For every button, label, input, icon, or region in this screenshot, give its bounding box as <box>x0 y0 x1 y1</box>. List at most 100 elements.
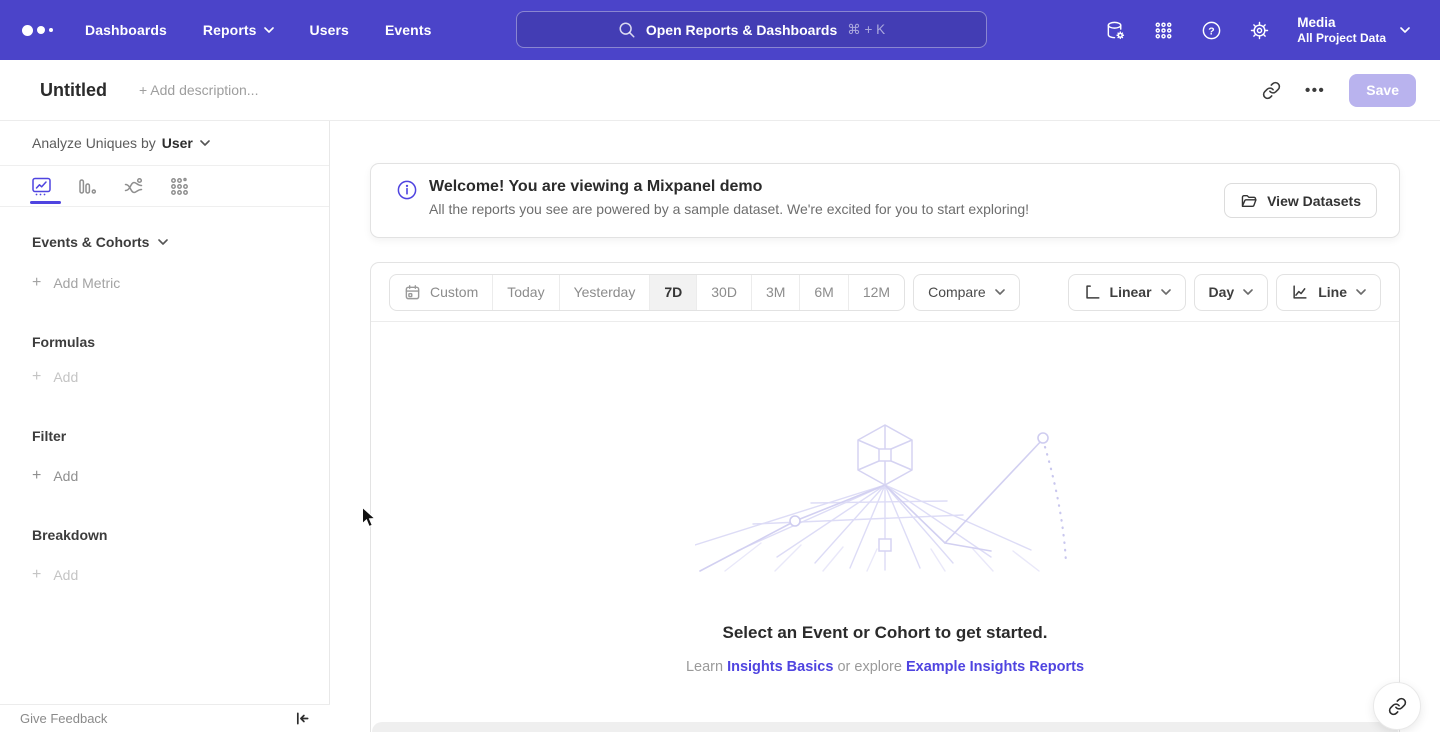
tab-metric-grid-icon[interactable] <box>168 175 190 197</box>
date-range-7d[interactable]: 7D <box>649 275 696 310</box>
example-insights-reports-link[interactable]: Example Insights Reports <box>906 659 1084 675</box>
add-metric-label: Add Metric <box>53 275 120 291</box>
date-range-control: Custom Today Yesterday 7D 30D 3M 6M 12M <box>389 274 905 311</box>
chart-display-controls: Linear Day Line <box>1068 274 1381 311</box>
plus-icon: + <box>32 368 41 386</box>
add-breakdown-button[interactable]: + Add <box>32 566 297 584</box>
view-datasets-label: View Datasets <box>1267 193 1361 209</box>
chevron-down-icon <box>158 239 168 245</box>
nav-right-controls: ? Media All Project Data <box>1105 0 1440 60</box>
add-breakdown-label: Add <box>53 567 78 583</box>
add-metric-button[interactable]: + Add Metric <box>32 274 297 292</box>
empty-state: Select an Event or Cohort to get started… <box>371 423 1399 675</box>
search-icon <box>618 21 636 39</box>
scale-dropdown[interactable]: Linear <box>1068 274 1186 311</box>
query-builder-sidebar: Analyze Uniques by User <box>0 121 330 732</box>
or-explore-text: or explore <box>833 659 906 675</box>
insights-report-card: Custom Today Yesterday 7D 30D 3M 6M 12M … <box>370 262 1400 732</box>
banner-title: Welcome! You are viewing a Mixpanel demo <box>429 175 1029 199</box>
banner-subtitle: All the reports you see are powered by a… <box>429 199 1029 220</box>
add-filter-button[interactable]: + Add <box>32 467 297 485</box>
nav-item-dashboards[interactable]: Dashboards <box>85 22 167 38</box>
nav-item-events[interactable]: Events <box>385 22 432 38</box>
project-switcher[interactable]: Media All Project Data <box>1297 14 1410 46</box>
date-range-3m[interactable]: 3M <box>751 275 799 310</box>
interval-label: Day <box>1209 284 1235 300</box>
date-range-yesterday[interactable]: Yesterday <box>559 275 650 310</box>
project-name: Media <box>1297 14 1386 31</box>
help-icon[interactable]: ? <box>1201 20 1222 41</box>
chevron-down-icon <box>1356 289 1366 295</box>
chevron-down-icon <box>200 140 210 146</box>
report-controls-row: Custom Today Yesterday 7D 30D 3M 6M 12M … <box>371 263 1399 322</box>
interval-dropdown[interactable]: Day <box>1194 274 1269 311</box>
learn-prefix: Learn <box>686 659 727 675</box>
analyze-uniques-row: Analyze Uniques by User <box>0 121 329 166</box>
empty-state-links: Learn Insights Basics or explore Example… <box>686 659 1084 675</box>
date-range-30d[interactable]: 30D <box>696 275 751 310</box>
add-description-field[interactable]: + Add description... <box>139 82 258 98</box>
apps-grid-icon[interactable] <box>1153 20 1174 41</box>
compare-dropdown[interactable]: Compare <box>913 274 1020 311</box>
date-range-12m[interactable]: 12M <box>848 275 904 310</box>
mixpanel-logo[interactable] <box>22 25 53 36</box>
empty-state-title: Select an Event or Cohort to get started… <box>723 623 1048 643</box>
analyze-by-dropdown[interactable]: User <box>162 135 210 151</box>
nav-item-users[interactable]: Users <box>310 22 349 38</box>
save-button[interactable]: Save <box>1349 74 1416 107</box>
copy-link-icon[interactable] <box>1262 81 1281 100</box>
tab-line-chart-icon[interactable] <box>30 175 52 197</box>
chart-type-dropdown[interactable]: Line <box>1276 274 1381 311</box>
nav-item-reports[interactable]: Reports <box>203 22 274 38</box>
project-scope: All Project Data <box>1297 31 1386 46</box>
compare-label: Compare <box>928 284 986 300</box>
analyze-prefix-label: Analyze Uniques by <box>32 135 156 151</box>
chevron-down-icon <box>1400 27 1410 33</box>
info-icon <box>397 180 417 200</box>
empty-state-illustration <box>695 423 1075 573</box>
selected-tab-underline <box>30 201 61 204</box>
report-header: Untitled + Add description... ••• Save <box>0 60 1440 121</box>
collapse-sidebar-icon[interactable] <box>295 711 310 726</box>
query-builder-body: Events & Cohorts + Add Metric Formulas +… <box>0 234 329 584</box>
date-range-today[interactable]: Today <box>492 275 558 310</box>
link-icon <box>1388 697 1407 716</box>
svg-text:?: ? <box>1209 25 1215 37</box>
date-range-6m[interactable]: 6M <box>799 275 847 310</box>
plus-icon: + <box>32 274 41 292</box>
sidebar-footer: Give Feedback <box>0 704 330 732</box>
events-cohorts-toggle[interactable]: Events & Cohorts <box>32 234 297 250</box>
top-navigation-bar: Dashboards Reports Users Events Open Rep… <box>0 0 1440 60</box>
breakdown-section-title: Breakdown <box>32 527 297 543</box>
add-filter-label: Add <box>53 468 78 484</box>
folder-icon <box>1240 192 1258 210</box>
calendar-icon <box>404 284 421 301</box>
date-range-custom[interactable]: Custom <box>390 275 492 310</box>
insights-basics-link[interactable]: Insights Basics <box>727 659 833 675</box>
filter-section-title: Filter <box>32 428 297 444</box>
nav-item-reports-label: Reports <box>203 22 257 38</box>
tab-flow-icon[interactable] <box>122 175 144 197</box>
chevron-down-icon <box>995 289 1005 295</box>
global-search-bar[interactable]: Open Reports & Dashboards ⌘ + K <box>516 11 987 48</box>
axis-scale-icon <box>1083 283 1101 301</box>
settings-gear-icon[interactable] <box>1249 20 1270 41</box>
give-feedback-link[interactable]: Give Feedback <box>20 711 107 726</box>
demo-welcome-banner: Welcome! You are viewing a Mixpanel demo… <box>370 163 1400 238</box>
banner-text: Welcome! You are viewing a Mixpanel demo… <box>429 164 1029 220</box>
search-shortcut-hint: ⌘ + K <box>847 22 885 38</box>
plus-icon: + <box>32 467 41 485</box>
data-management-icon[interactable] <box>1105 20 1126 41</box>
primary-nav: Dashboards Reports Users Events <box>85 22 431 38</box>
more-options-button[interactable]: ••• <box>1305 82 1325 99</box>
chevron-down-icon <box>264 27 274 33</box>
plus-icon: + <box>32 566 41 584</box>
events-cohorts-label: Events & Cohorts <box>32 234 149 250</box>
add-formula-button[interactable]: + Add <box>32 368 297 386</box>
report-title[interactable]: Untitled <box>40 80 107 101</box>
line-chart-icon <box>1291 283 1309 301</box>
share-link-floating-button[interactable] <box>1373 682 1421 730</box>
view-datasets-button[interactable]: View Datasets <box>1224 183 1377 218</box>
formulas-section-title: Formulas <box>32 334 297 350</box>
tab-bar-chart-icon[interactable] <box>76 175 98 197</box>
